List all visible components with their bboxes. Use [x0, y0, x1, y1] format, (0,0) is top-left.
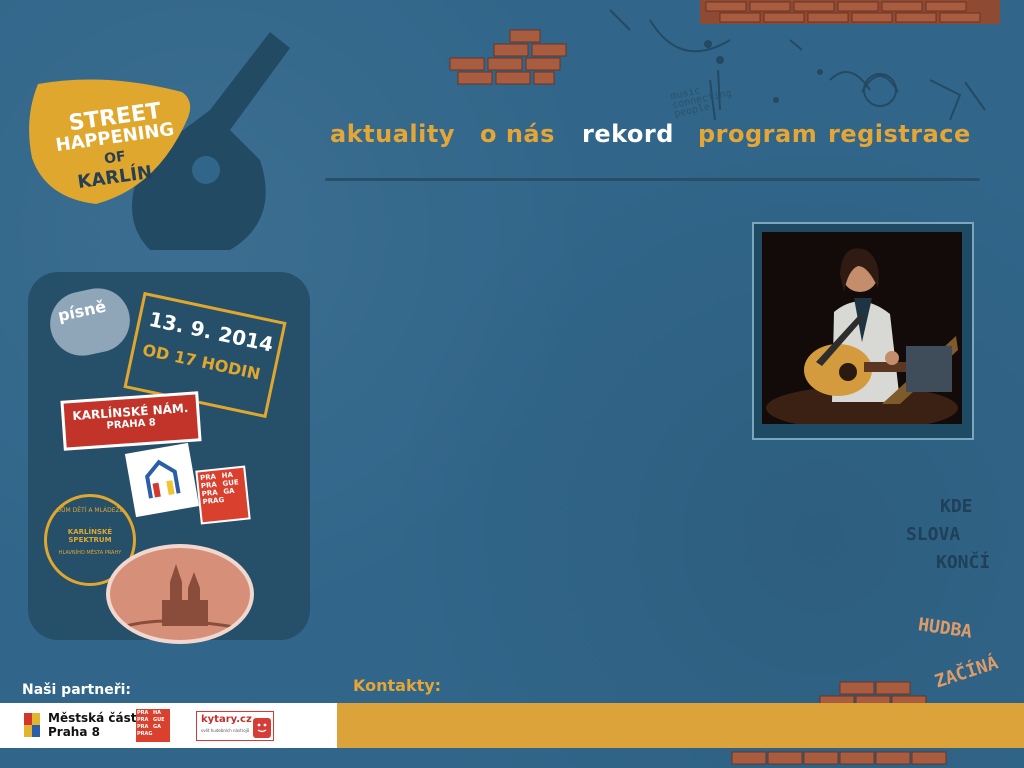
contacts-label: Kontakty:: [353, 676, 442, 695]
church-icon: [119, 564, 241, 630]
praha8-partner[interactable]: Městská část Praha 8: [22, 711, 136, 739]
nav-divider: [325, 178, 980, 181]
nav-aktuality[interactable]: aktuality: [330, 120, 455, 148]
building-icon: [145, 459, 181, 499]
contacts-bar: [337, 703, 1024, 748]
prague-cell: HA: [153, 710, 162, 716]
prague-cell: PRA: [137, 724, 149, 730]
partners-label: Naši partneři:: [22, 682, 131, 698]
slogan-konci: KONČÍ: [936, 552, 991, 573]
nav-registrace[interactable]: registrace: [828, 120, 971, 148]
kytary-partner[interactable]: kytary.cz svět hudebních nástrojů: [196, 711, 274, 741]
prague-cell: PRA: [137, 710, 149, 716]
coat-of-arms-icon: [24, 713, 40, 737]
brick-patch: [449, 29, 567, 85]
slogan-hudba: HUDBA: [916, 614, 974, 643]
place-sign[interactable]: KARLÍNSKÉ NÁM. PRAHA 8: [60, 391, 202, 451]
building-logo-sticker[interactable]: [124, 442, 200, 518]
page: music connecting people STREET HAPPENING…: [0, 0, 1024, 768]
prague-cell: GA: [153, 724, 161, 730]
praha8-line2: Praha 8: [48, 725, 100, 739]
prague-cell: PRAG: [202, 495, 225, 507]
prague-partner-logo[interactable]: PRA HA PRA GUE PRA GA PRAG: [136, 709, 170, 742]
slogan-kde: KDE: [940, 496, 973, 517]
slogan-slova: SLOVA: [906, 524, 961, 545]
kytary-face-icon: [253, 718, 271, 738]
singer-guitar-image: [762, 232, 962, 424]
spektrum-mid: KARLÍNSKÉ SPEKTRUM: [67, 528, 113, 544]
main-navigation: aktuality o nás rekord program registrac…: [330, 120, 970, 160]
logo[interactable]: STREET HAPPENING OF KARLÍN: [40, 99, 190, 193]
nav-program[interactable]: program: [698, 120, 817, 148]
prague-sticker[interactable]: PRA HA PRA GUE PRA GA PRAG: [195, 465, 251, 525]
pisne-text: písně: [56, 296, 108, 326]
spektrum-top: DŮM DĚTÍ A MLÁDEŽE: [56, 507, 124, 514]
praha8-line1: Městská část: [48, 711, 137, 725]
music-sketch-decoration: [609, 9, 986, 121]
partners-strip: Městská část Praha 8 PRA HA PRA GUE PRA …: [0, 703, 337, 748]
prague-cell: GUE: [153, 717, 165, 723]
sticker-collage: písně 13. 9. 2014 OD 17 HODIN KARLÍNSKÉ …: [28, 272, 310, 644]
nav-rekord[interactable]: rekord: [582, 120, 674, 148]
prague-cell: PRAG: [137, 731, 153, 737]
featured-photo-frame: [752, 222, 974, 440]
kytary-subtext: svět hudebních nástrojů: [201, 728, 250, 733]
featured-photo[interactable]: [762, 232, 962, 424]
spektrum-bottom: HLAVNÍHO MĚSTA PRAHY: [58, 550, 122, 556]
pisne-sticker[interactable]: písně: [44, 282, 136, 362]
nav-o-nas[interactable]: o nás: [480, 120, 555, 148]
kytary-text: kytary.cz: [201, 714, 252, 725]
church-photo-stamp[interactable]: [106, 544, 254, 644]
prague-cell: GA: [222, 486, 235, 496]
prague-cell: PRA: [137, 717, 149, 723]
